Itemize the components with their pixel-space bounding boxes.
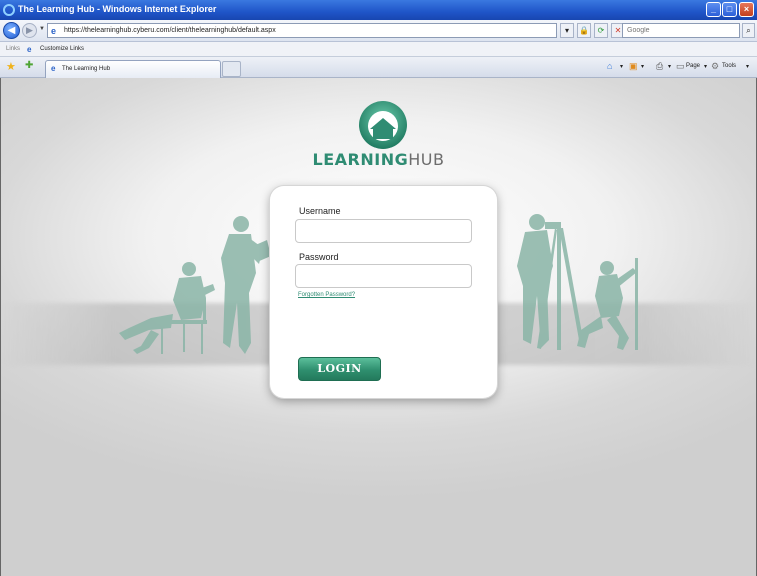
close-button[interactable]: × xyxy=(739,2,754,17)
page-content: LEARNINGHUB Username Password Forgotten … xyxy=(0,78,757,576)
forgotten-password-link[interactable]: Forgotten Password? xyxy=(298,292,355,298)
forward-button[interactable]: ▶ xyxy=(22,23,37,38)
address-toolbar: ◀ ▶ ▼ e https://thelearninghub.cyberu.co… xyxy=(0,20,757,42)
lock-icon[interactable]: 🔒 xyxy=(577,23,591,38)
tab-label: The Learning Hub xyxy=(62,66,111,72)
address-url[interactable]: https://thelearninghub.cyberu.com/client… xyxy=(64,27,276,34)
page-dropdown-icon[interactable]: ▾ xyxy=(704,63,707,70)
ie-icon xyxy=(3,4,15,16)
link-page-icon: e xyxy=(27,45,32,54)
page-menu[interactable]: Page xyxy=(686,63,700,69)
seated-reader-silhouette xyxy=(119,262,215,354)
surveyor-silhouette xyxy=(517,214,583,350)
login-card: Username Password Forgotten Password? LO… xyxy=(270,186,497,398)
address-bar[interactable]: e https://thelearninghub.cyberu.com/clie… xyxy=(47,23,557,38)
tab-page-icon: e xyxy=(51,64,56,73)
logo-wordmark: LEARNINGHUB xyxy=(1,150,756,169)
logo-word-learning: LEARNING xyxy=(312,150,409,169)
search-icon[interactable]: ⌕ xyxy=(742,23,755,38)
tab-the-learning-hub[interactable]: e The Learning Hub xyxy=(45,60,221,78)
feeds-icon[interactable]: ▣ xyxy=(629,61,638,72)
home-dropdown-icon[interactable]: ▾ xyxy=(620,63,623,70)
username-field[interactable] xyxy=(295,219,472,243)
tools-menu[interactable]: Tools xyxy=(722,63,736,69)
home-icon[interactable]: ⌂ xyxy=(607,61,612,71)
tab-bar: ★ ✚ e The Learning Hub ⌂ ▾ ▣ ▾ ⎙ ▾ ▭ Pag… xyxy=(0,57,757,78)
print-dropdown-icon[interactable]: ▾ xyxy=(668,63,671,70)
username-input[interactable] xyxy=(296,220,471,242)
add-favorite-icon[interactable]: ✚ xyxy=(25,60,33,71)
url-dropdown-icon[interactable]: ▾ xyxy=(560,23,574,38)
window-title: The Learning Hub - Windows Internet Expl… xyxy=(18,4,217,14)
links-label: Links xyxy=(6,46,21,52)
maximize-button[interactable]: □ xyxy=(722,2,737,17)
password-field[interactable] xyxy=(295,264,472,288)
refresh-icon[interactable]: ⟳ xyxy=(594,23,608,38)
login-button[interactable]: LOGIN xyxy=(298,357,381,381)
page-menu-icon[interactable]: ▭ xyxy=(676,61,685,72)
favorites-star-icon[interactable]: ★ xyxy=(6,60,16,73)
recent-pages-dropdown[interactable]: ▼ xyxy=(39,26,45,32)
logo-word-hub: HUB xyxy=(408,150,445,169)
tools-gear-icon[interactable]: ⚙ xyxy=(711,61,719,72)
new-tab-button[interactable] xyxy=(222,61,241,77)
print-icon[interactable]: ⎙ xyxy=(656,61,663,72)
learning-hub-logo-icon xyxy=(359,101,407,149)
kneeling-surveyor-silhouette xyxy=(577,258,638,350)
minimize-button[interactable]: _ xyxy=(706,2,721,17)
password-label: Password xyxy=(299,252,339,262)
window-titlebar: The Learning Hub - Windows Internet Expl… xyxy=(0,0,757,20)
feeds-dropdown-icon[interactable]: ▾ xyxy=(641,63,644,70)
customize-links-link[interactable]: Customize Links xyxy=(40,46,84,52)
page-icon: e xyxy=(51,26,57,36)
back-button[interactable]: ◀ xyxy=(3,22,20,39)
standing-reader-silhouette xyxy=(221,216,271,354)
search-box[interactable] xyxy=(622,23,740,38)
tools-dropdown-icon[interactable]: ▾ xyxy=(746,63,749,70)
search-input[interactable] xyxy=(623,24,739,37)
username-label: Username xyxy=(299,206,341,216)
links-bar: Links e Customize Links xyxy=(0,42,757,57)
password-input[interactable] xyxy=(296,265,471,287)
